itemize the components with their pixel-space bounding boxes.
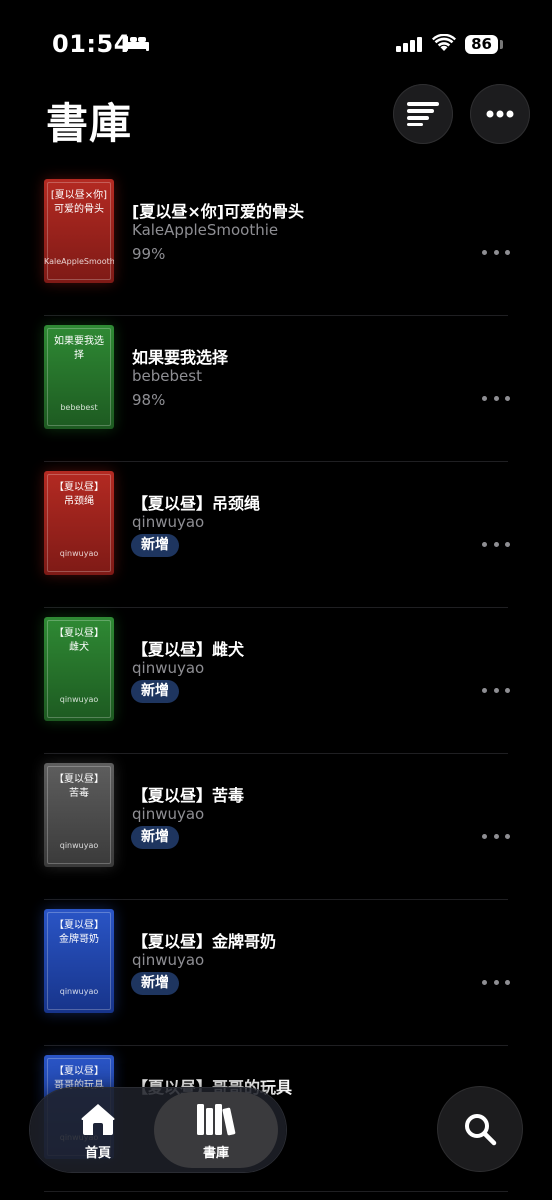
list-sort-icon xyxy=(407,102,439,126)
new-badge: 新增 xyxy=(131,972,179,995)
new-badge: 新增 xyxy=(131,826,179,849)
book-more-button[interactable] xyxy=(482,976,510,988)
search-button[interactable] xyxy=(438,1087,522,1171)
new-badge: 新增 xyxy=(131,680,179,703)
tab-home[interactable]: 首頁 xyxy=(36,1092,160,1168)
book-more-button[interactable] xyxy=(482,538,510,550)
status-bar: 01:54 86 xyxy=(0,0,552,90)
books-icon xyxy=(197,1104,236,1136)
book-cover[interactable]: 【夏以昼】吊颈绳 qinwuyao xyxy=(44,471,114,575)
page-title: 書庫 xyxy=(46,99,133,148)
book-row[interactable]: 【夏以昼】苦毒 qinwuyao 【夏以昼】苦毒 qinwuyao 新增 xyxy=(0,754,552,900)
cover-author: qinwuyao xyxy=(59,549,99,558)
book-list: [夏以昼×你]可爱的骨头 KaleAppleSmoothie [夏以昼×你]可爱… xyxy=(0,170,552,1192)
ellipsis-dot xyxy=(482,687,487,693)
book-row[interactable]: 【夏以昼】金牌哥奶 qinwuyao 【夏以昼】金牌哥奶 qinwuyao 新增 xyxy=(0,900,552,1046)
book-title: 【夏以昼】苦毒 xyxy=(132,786,245,805)
book-row[interactable]: [夏以昼×你]可爱的骨头 KaleAppleSmoothie [夏以昼×你]可爱… xyxy=(0,170,552,316)
book-cover[interactable]: 如果要我选择 bebebest xyxy=(44,325,114,429)
ellipsis-dot xyxy=(493,687,499,693)
ellipsis-dot xyxy=(493,541,499,547)
row-divider xyxy=(44,1191,508,1192)
cover-author: bebebest xyxy=(60,403,98,412)
book-title: [夏以昼×你]可爱的骨头 xyxy=(132,202,305,221)
ellipsis-dot xyxy=(482,541,487,547)
ellipsis-dot xyxy=(505,249,510,255)
cover-author: qinwuyao xyxy=(59,841,99,850)
ellipsis-dot xyxy=(493,395,499,401)
status-time: 01:54 xyxy=(52,30,131,58)
house-icon xyxy=(81,1104,115,1135)
wifi-icon xyxy=(432,34,456,51)
book-author: qinwuyao xyxy=(132,513,205,531)
tab-library-label: 書庫 xyxy=(202,1146,229,1161)
book-row[interactable]: 如果要我选择 bebebest 如果要我选择 bebebest 98% xyxy=(0,316,552,462)
ellipsis-dot xyxy=(505,979,510,985)
ellipsis-icon xyxy=(486,110,514,118)
tab-library[interactable]: 書庫 xyxy=(154,1092,278,1168)
tab-home-label: 首頁 xyxy=(84,1146,111,1161)
cover-title: 【夏以昼】雌犬 xyxy=(54,628,104,653)
book-progress: 98% xyxy=(132,391,166,409)
book-author: bebebest xyxy=(132,367,202,385)
cellular-signal-icon xyxy=(396,37,422,52)
book-progress: 99% xyxy=(132,245,166,263)
more-options-button[interactable] xyxy=(470,84,530,144)
cover-title: 【夏以昼】苦毒 xyxy=(54,774,104,799)
ellipsis-dot xyxy=(482,395,487,401)
sort-button[interactable] xyxy=(393,84,453,144)
battery-level: 86 xyxy=(465,35,498,54)
new-badge: 新增 xyxy=(131,534,179,557)
ellipsis-dot xyxy=(505,687,510,693)
book-more-button[interactable] xyxy=(482,392,510,404)
book-cover[interactable]: [夏以昼×你]可爱的骨头 KaleAppleSmoothie xyxy=(44,179,114,283)
book-cover[interactable]: 【夏以昼】雌犬 qinwuyao xyxy=(44,617,114,721)
ellipsis-dot xyxy=(482,979,487,985)
book-more-button[interactable] xyxy=(482,830,510,842)
cover-author: qinwuyao xyxy=(59,987,99,996)
cover-title: [夏以昼×你]可爱的骨头 xyxy=(50,190,108,215)
book-author: qinwuyao xyxy=(132,659,205,677)
magnifier-icon xyxy=(465,1114,497,1146)
ellipsis-dot xyxy=(493,833,499,839)
book-author: KaleAppleSmoothie xyxy=(132,221,279,239)
ellipsis-dot xyxy=(482,249,487,255)
book-author: qinwuyao xyxy=(132,805,205,823)
book-title: 【夏以昼】雌犬 xyxy=(132,640,245,659)
book-row[interactable]: 【夏以昼】雌犬 qinwuyao 【夏以昼】雌犬 qinwuyao 新增 xyxy=(0,608,552,754)
book-title: 【夏以昼】金牌哥奶 xyxy=(132,932,277,951)
cover-title: 如果要我选择 xyxy=(54,336,104,361)
ellipsis-dot xyxy=(493,979,499,985)
ellipsis-dot xyxy=(505,395,510,401)
book-title: 【夏以昼】吊颈绳 xyxy=(132,494,261,513)
book-more-button[interactable] xyxy=(482,684,510,696)
tab-bar: 首頁 書庫 xyxy=(30,1088,286,1172)
ellipsis-dot xyxy=(505,541,510,547)
book-title: 如果要我选择 xyxy=(132,348,229,367)
book-cover[interactable]: 【夏以昼】金牌哥奶 qinwuyao xyxy=(44,909,114,1013)
book-row[interactable]: 【夏以昼】吊颈绳 qinwuyao 【夏以昼】吊颈绳 qinwuyao 新增 xyxy=(0,462,552,608)
cover-author: KaleAppleSmoothie xyxy=(44,257,114,266)
ellipsis-dot xyxy=(505,833,510,839)
battery-nub xyxy=(500,40,503,49)
book-more-button[interactable] xyxy=(482,246,510,258)
book-cover[interactable]: 【夏以昼】苦毒 qinwuyao xyxy=(44,763,114,867)
cover-title: 【夏以昼】金牌哥奶 xyxy=(54,920,104,945)
sleep-focus-icon xyxy=(125,36,149,51)
book-author: qinwuyao xyxy=(132,951,205,969)
ellipsis-dot xyxy=(493,249,499,255)
cover-author: qinwuyao xyxy=(59,695,99,704)
ellipsis-dot xyxy=(482,833,487,839)
cover-title: 【夏以昼】吊颈绳 xyxy=(54,482,104,507)
